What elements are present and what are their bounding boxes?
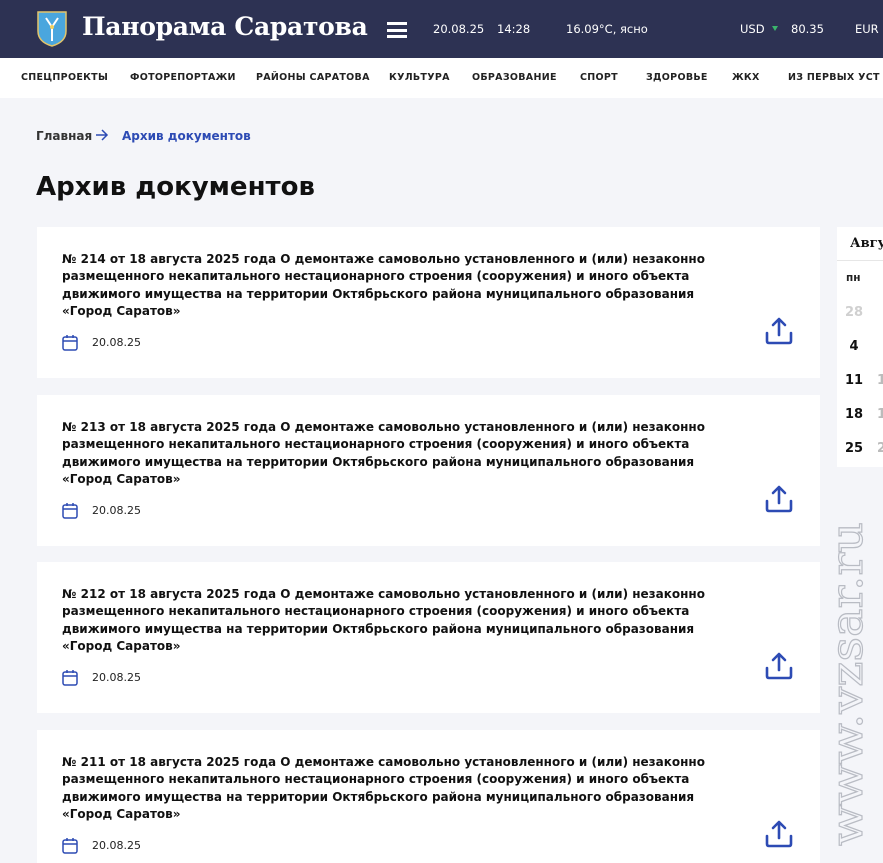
document-title[interactable]: № 212 от 18 августа 2025 года О демонтаж…	[62, 586, 722, 656]
site-title[interactable]: Панорама Саратова	[82, 12, 368, 41]
document-title[interactable]: № 214 от 18 августа 2025 года О демонтаж…	[62, 251, 722, 321]
saratov-coat-of-arms-icon[interactable]	[36, 11, 68, 47]
breadcrumb-home[interactable]: Главная	[36, 129, 92, 143]
document-card: № 213 от 18 августа 2025 года О демонтаж…	[37, 395, 820, 546]
document-title[interactable]: № 213 от 18 августа 2025 года О демонтаж…	[62, 419, 722, 489]
document-card: № 211 от 18 августа 2025 года О демонтаж…	[37, 730, 820, 863]
calendar-icon	[62, 838, 78, 854]
document-date: 20.08.25	[92, 336, 141, 349]
down-triangle-icon	[772, 26, 778, 31]
currency-eur-label: EUR	[855, 22, 879, 36]
site-header: Панорама Саратова 20.08.25 14:28 16.09°С…	[0, 0, 883, 58]
document-date: 20.08.25	[92, 671, 141, 684]
breadcrumb-current[interactable]: Архив документов	[122, 129, 251, 143]
calendar-day-next-column: 2	[877, 441, 883, 456]
document-card: № 212 от 18 августа 2025 года О демонтаж…	[37, 562, 820, 713]
nav-item-health[interactable]: ЗДОРОВЬЕ	[646, 72, 708, 83]
hamburger-menu-icon[interactable]	[387, 22, 407, 38]
upload-share-icon[interactable]	[764, 819, 794, 849]
upload-share-icon[interactable]	[764, 651, 794, 681]
upload-share-icon[interactable]	[764, 484, 794, 514]
calendar-divider	[837, 260, 883, 261]
page-title: Архив документов	[36, 172, 315, 202]
nav-item-culture[interactable]: КУЛЬТУРА	[389, 72, 450, 83]
calendar-day[interactable]: 25	[838, 441, 870, 456]
header-date: 20.08.25	[433, 22, 485, 36]
document-date: 20.08.25	[92, 839, 141, 852]
calendar-icon	[62, 670, 78, 686]
calendar-day[interactable]: 18	[838, 407, 870, 422]
arrow-right-icon	[96, 129, 109, 141]
calendar-day[interactable]: 11	[838, 373, 870, 388]
calendar-month: Авгу	[850, 236, 883, 251]
calendar-icon	[62, 503, 78, 519]
header-time: 14:28	[497, 22, 531, 36]
nav-item-education[interactable]: ОБРАЗОВАНИЕ	[472, 72, 557, 83]
nav-item-sport[interactable]: СПОРТ	[580, 72, 618, 83]
nav-item-housing[interactable]: ЖКХ	[732, 72, 760, 83]
upload-share-icon[interactable]	[764, 316, 794, 346]
calendar-day-next-column: 1	[877, 407, 883, 422]
calendar-widget: Авгу пн 28 4 11 18 25 1 1 2	[837, 227, 883, 467]
nav-item-firsthand[interactable]: ИЗ ПЕРВЫХ УСТ	[788, 72, 880, 83]
document-title[interactable]: № 211 от 18 августа 2025 года О демонтаж…	[62, 754, 722, 824]
nav-item-districts[interactable]: РАЙОНЫ САРАТОВА	[256, 72, 370, 83]
calendar-day-next-column: 1	[877, 373, 883, 388]
nav-item-photoreports[interactable]: ФОТОРЕПОРТАЖИ	[130, 72, 236, 83]
calendar-day: 28	[844, 305, 864, 320]
document-card: № 214 от 18 августа 2025 года О демонтаж…	[37, 227, 820, 378]
calendar-weekday-mon: пн	[846, 272, 861, 284]
currency-usd-label: USD	[740, 22, 765, 36]
watermark: www.vzsar.ru	[821, 521, 873, 846]
document-date: 20.08.25	[92, 504, 141, 517]
watermark-text: www.vzsar.ru	[822, 522, 873, 846]
calendar-icon	[62, 335, 78, 351]
calendar-day[interactable]: 4	[838, 339, 870, 354]
currency-usd-value: 80.35	[791, 22, 824, 36]
header-weather: 16.09°С, ясно	[566, 22, 648, 36]
main-nav: СПЕЦПРОЕКТЫ ФОТОРЕПОРТАЖИ РАЙОНЫ САРАТОВ…	[0, 58, 883, 98]
nav-item-specprojects[interactable]: СПЕЦПРОЕКТЫ	[21, 72, 108, 83]
